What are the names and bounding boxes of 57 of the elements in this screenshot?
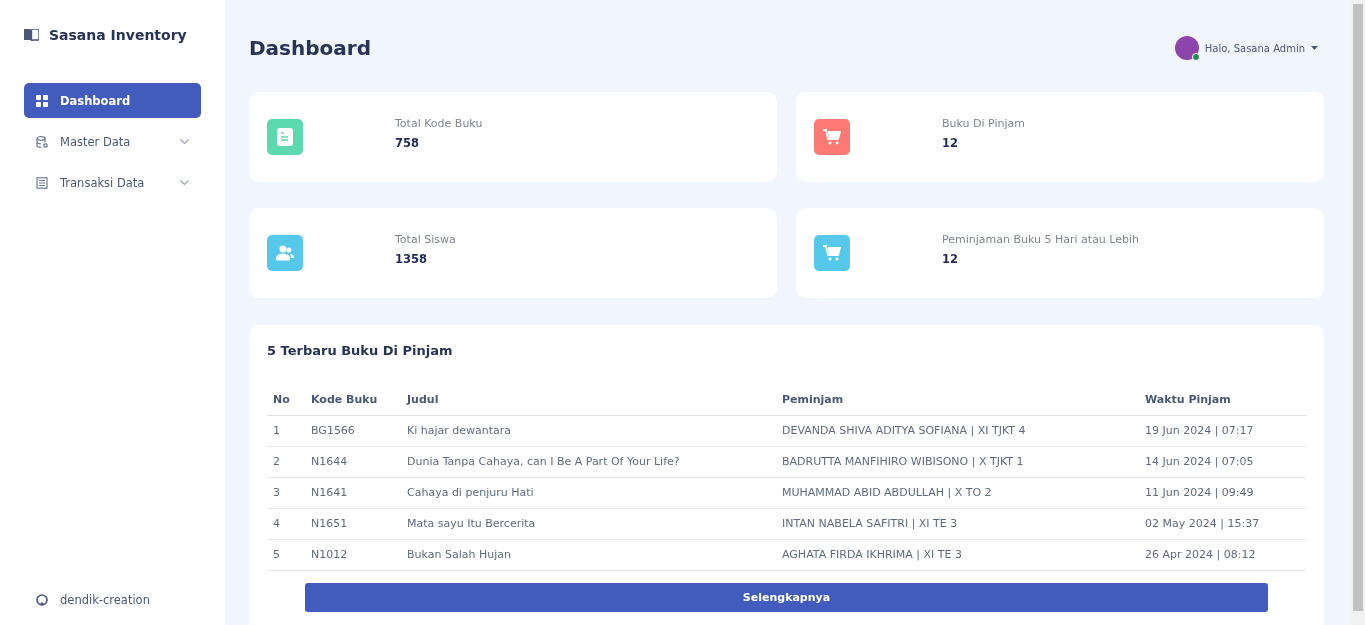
page-title: Dashboard [249, 36, 371, 60]
table-cell: 19 Jun 2024 | 07:17 [1139, 415, 1306, 446]
table-cell: 3 [267, 477, 305, 508]
table-cell: N1012 [305, 539, 401, 570]
column-header: Peminjam [776, 384, 1139, 415]
cart-icon [823, 245, 841, 261]
users-icon [276, 245, 294, 261]
table-cell: 11 Jun 2024 | 09:49 [1139, 477, 1306, 508]
stat-label: Peminjaman Buku 5 Hari atau Lebih [942, 232, 1140, 246]
table-cell: 4 [267, 508, 305, 539]
table-cell: INTAN NABELA SAFITRI | XI TE 3 [776, 508, 1139, 539]
table-cell: 02 May 2024 | 15:37 [1139, 508, 1306, 539]
table-cell: AGHATA FIRDA IKHRIMA | XI TE 3 [776, 539, 1139, 570]
table-cell: Ki hajar dewantara [401, 415, 776, 446]
brand-name: Sasana Inventory [49, 27, 187, 43]
stat-label: Total Siswa [395, 232, 456, 246]
stat-label: Total Kode Buku [395, 116, 483, 130]
stat-value: 12 [942, 251, 959, 266]
table-cell: BADRUTTA MANFIHIRO WIBISONO | X TJKT 1 [776, 446, 1139, 477]
user-menu[interactable]: Halo, Sasana Admin [1174, 36, 1318, 60]
caret-icon [1311, 46, 1318, 50]
table-cell: 5 [267, 539, 305, 570]
stat-value: 12 [942, 135, 959, 150]
nav-item[interactable]: Dashboard [24, 83, 201, 118]
stat-value: 758 [395, 135, 420, 150]
column-header: No [267, 384, 305, 415]
table-cell: DEVANDA SHIVA ADITYA SOFIANA | XI TJKT 4 [776, 415, 1139, 446]
table-cell: Bukan Salah Hujan [401, 539, 776, 570]
table-cell: N1644 [305, 446, 401, 477]
table-cell: 1 [267, 415, 305, 446]
table-cell: N1641 [305, 477, 401, 508]
grid-icon [36, 94, 48, 107]
column-header: Waktu Pinjam [1139, 384, 1306, 415]
cart-icon [823, 129, 841, 145]
table-cell: 2 [267, 446, 305, 477]
table-cell: 26 Apr 2024 | 08:12 [1139, 539, 1306, 570]
table-cell: BG1566 [305, 415, 401, 446]
column-header: Judul [401, 384, 776, 415]
database-icon [36, 135, 48, 148]
github-link[interactable]: dendik-creation [24, 593, 201, 607]
document-icon [277, 128, 293, 146]
table-cell: MUHAMMAD ABID ABDULLAH | X TO 2 [776, 477, 1139, 508]
table-cell: Mata sayu Itu Bercerita [401, 508, 776, 539]
table-cell: 14 Jun 2024 | 07:05 [1139, 446, 1306, 477]
nav-item[interactable]: Transaksi Data [24, 165, 201, 200]
more-button[interactable]: Selengkapnya [305, 582, 1268, 612]
table-cell: Dunia Tanpa Cahaya, can I Be A Part Of Your Life? [401, 446, 776, 477]
table-title: 5 Terbaru Buku Di Pinjam [267, 343, 454, 358]
table-icon [36, 176, 48, 189]
nav-item[interactable]: Master Data [24, 124, 201, 159]
table-cell: N1651 [305, 508, 401, 539]
scrollbar[interactable] [1350, 0, 1365, 625]
stat-value: 1358 [395, 251, 428, 266]
book-icon [24, 29, 39, 41]
column-header: Kode Buku [305, 384, 401, 415]
stat-label: Buku Di Pinjam [942, 116, 1025, 130]
table-cell: Cahaya di penjuru Hati [401, 477, 776, 508]
